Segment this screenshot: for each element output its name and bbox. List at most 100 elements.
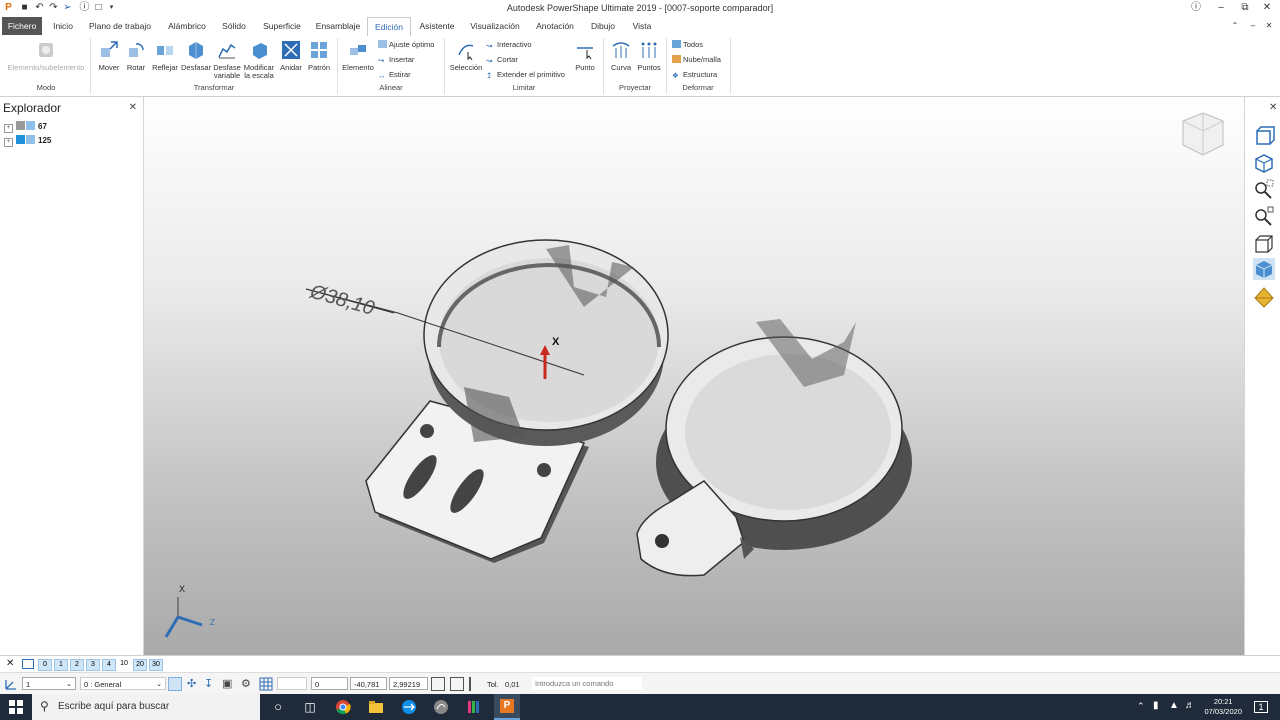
powershape-task-button[interactable]: P: [494, 694, 520, 720]
view-cube-icon[interactable]: [1253, 152, 1275, 174]
help-icon[interactable]: ⓘ: [1185, 1, 1207, 15]
maximize-icon[interactable]: ⧉: [1234, 1, 1256, 15]
blank-field[interactable]: [277, 677, 307, 690]
grid-icon[interactable]: [259, 677, 273, 691]
tab-superficie[interactable]: Superficie: [256, 17, 308, 35]
app-bird-icon[interactable]: [433, 699, 449, 715]
mover-button[interactable]: Mover: [95, 40, 123, 72]
proyectar-puntos-button[interactable]: Puntos: [635, 40, 663, 72]
patron-button[interactable]: Patrón: [305, 40, 333, 72]
proyectar-curva-button[interactable]: Curva: [607, 40, 635, 72]
punto-button[interactable]: Punto: [570, 40, 600, 72]
zoom-icon[interactable]: [1253, 206, 1275, 228]
anidar-button[interactable]: Anidar: [277, 40, 305, 72]
level-button[interactable]: 30: [149, 659, 163, 671]
explorer-close-icon[interactable]: ✕: [129, 102, 137, 113]
teamviewer-icon[interactable]: [401, 699, 417, 715]
level-button[interactable]: 20: [133, 659, 147, 671]
level-button[interactable]: 4: [102, 659, 116, 671]
volume-icon[interactable]: ♬: [1185, 700, 1195, 711]
expand-icon[interactable]: +: [4, 124, 13, 133]
cortana-icon[interactable]: ○: [270, 699, 286, 715]
draft-shading-icon[interactable]: [1253, 286, 1275, 308]
reflejar-button[interactable]: Reflejar: [150, 40, 180, 72]
battery-icon[interactable]: ▮: [1153, 700, 1159, 711]
tab-edicion[interactable]: Edición: [367, 17, 411, 37]
file-explorer-icon[interactable]: [368, 699, 384, 715]
graphics-viewport[interactable]: Ø38,10 X X Z: [144, 97, 1244, 655]
zoom-window-icon[interactable]: [1253, 179, 1275, 201]
tab-inicio[interactable]: Inicio: [46, 17, 80, 35]
alinear-elemento-button[interactable]: Elemento: [341, 40, 375, 72]
coordinate-mode-icon[interactable]: [431, 677, 445, 691]
view-cube[interactable]: [1182, 112, 1224, 156]
tab-dibujo[interactable]: Dibujo: [584, 17, 622, 35]
solid-part-1[interactable]: [365, 239, 669, 563]
tab-visualizacion[interactable]: Visualización: [464, 17, 526, 35]
tolerance-value[interactable]: 0,01: [505, 680, 520, 689]
todos-button[interactable]: Todos: [672, 39, 703, 51]
lock-icon[interactable]: ▣: [222, 677, 236, 691]
tab-plano-de-trabajo[interactable]: Plano de trabajo: [84, 17, 156, 35]
taskbar-clock[interactable]: 20:21 07/03/2020: [1204, 697, 1242, 717]
level-button[interactable]: 2: [70, 659, 84, 671]
insertar-button[interactable]: ↪ Insertar: [378, 54, 414, 66]
modificar-escala-button[interactable]: Modificar la escala: [242, 40, 276, 80]
notifications-icon[interactable]: 1: [1254, 701, 1268, 713]
network-icon[interactable]: ▲: [1169, 700, 1179, 711]
tab-ensamblaje[interactable]: Ensamblaje: [312, 17, 364, 35]
level-button[interactable]: 0: [38, 659, 52, 671]
tab-solido[interactable]: Sólido: [216, 17, 252, 35]
shaded-icon[interactable]: [1253, 258, 1275, 280]
coord-x-field[interactable]: 0: [311, 677, 348, 690]
interactivo-button[interactable]: ↝ Interactivo: [486, 39, 532, 51]
seleccion-button[interactable]: Selección: [448, 40, 484, 72]
windows-start-icon[interactable]: [8, 699, 24, 715]
minimize-icon[interactable]: –: [1210, 1, 1232, 15]
coord-y-field[interactable]: -40,781: [350, 677, 387, 690]
workplane-icon[interactable]: [4, 677, 18, 691]
levels-icon[interactable]: [22, 659, 34, 669]
nube-malla-button[interactable]: Nube/malla: [672, 54, 721, 66]
dimension-label[interactable]: Ø38,10: [307, 280, 377, 320]
tolerance-icon[interactable]: [469, 677, 483, 691]
workplane-select[interactable]: 1 ⌄: [22, 677, 76, 690]
align-icon[interactable]: ↧: [204, 677, 218, 691]
layer-select[interactable]: 0 : General ⌄: [80, 677, 166, 690]
taskbar-search-box[interactable]: ⚲ Escribe aquí para buscar: [32, 694, 260, 720]
view-iso-icon[interactable]: [1253, 125, 1275, 147]
doc-close-icon[interactable]: ✕: [1258, 19, 1280, 33]
tree-item[interactable]: +125: [4, 135, 51, 147]
view-toolbar-close-icon[interactable]: ✕: [1269, 102, 1277, 113]
wireframe-icon[interactable]: [1253, 233, 1275, 255]
snap-icon[interactable]: [168, 677, 182, 691]
tree-item[interactable]: +67: [4, 121, 47, 133]
cortar-button[interactable]: ↝ Cortar: [486, 54, 518, 66]
tab-vista[interactable]: Vista: [626, 17, 658, 35]
colorful-app-icon[interactable]: [466, 699, 482, 715]
pivot-icon[interactable]: ✣: [187, 677, 201, 691]
command-input[interactable]: [532, 677, 642, 690]
tab-asistente[interactable]: Asistente: [414, 17, 460, 35]
vehicle-icon[interactable]: ⚙: [241, 677, 255, 691]
task-view-icon[interactable]: ◫: [302, 699, 318, 715]
estirar-button[interactable]: ↔ Estirar: [378, 69, 411, 81]
solid-part-2[interactable]: [636, 319, 912, 577]
coord-z-field[interactable]: 2,99219: [389, 677, 428, 690]
chrome-icon[interactable]: [335, 699, 351, 715]
level-button[interactable]: 3: [86, 659, 100, 671]
tab-alambrico[interactable]: Alámbrico: [160, 17, 214, 35]
estructura-button[interactable]: ❖ Estructura: [672, 69, 717, 81]
extender-primitivo-button[interactable]: ↥ Extender el primitivo: [486, 69, 565, 81]
levels-close-icon[interactable]: ✕: [6, 658, 14, 669]
ajuste-optimo-button[interactable]: Ajuste óptimo: [378, 39, 434, 51]
desfase-variable-button[interactable]: Desfase variable: [212, 40, 242, 80]
elemento-subelemento-button[interactable]: Elemento/subelemento: [4, 40, 88, 72]
rotar-button[interactable]: Rotar: [123, 40, 149, 72]
tab-fichero[interactable]: Fichero: [2, 17, 42, 35]
level-button[interactable]: 1: [54, 659, 68, 671]
tray-chevron-icon[interactable]: ⌃: [1137, 701, 1145, 712]
desfasar-button[interactable]: Desfasar: [180, 40, 212, 72]
calculator-icon[interactable]: [450, 677, 464, 691]
level-button[interactable]: 10: [118, 659, 130, 669]
